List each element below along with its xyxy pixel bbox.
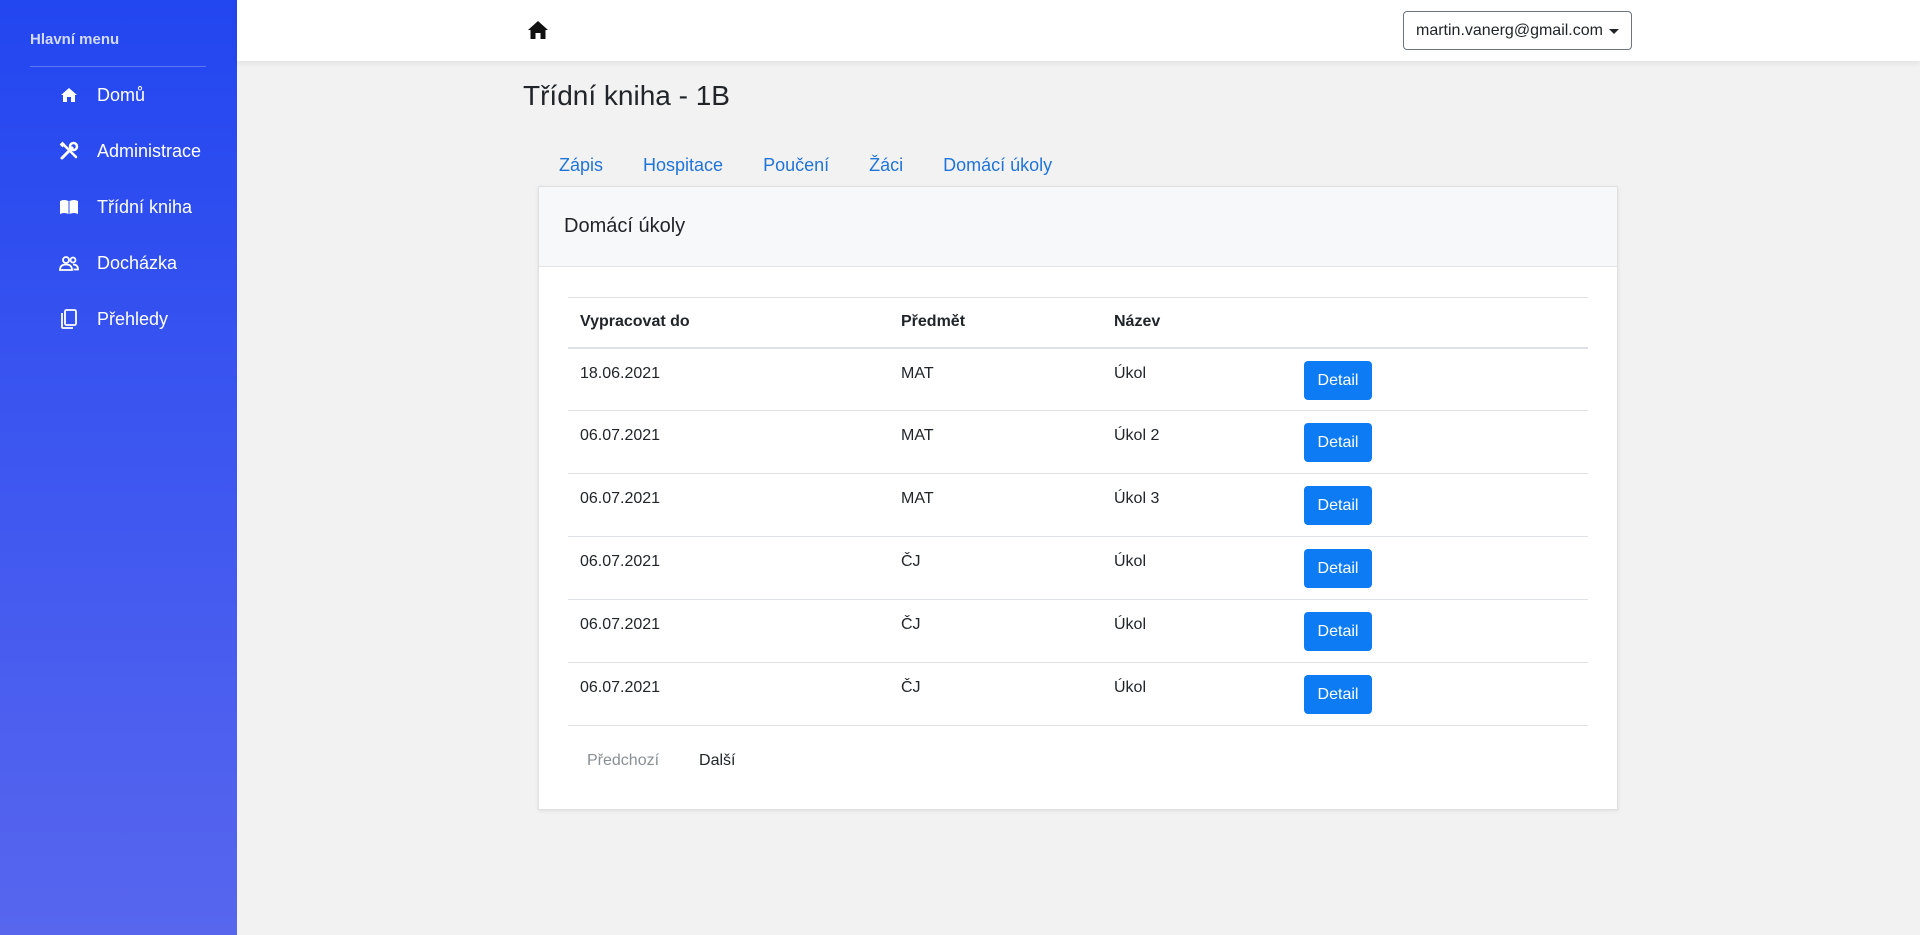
sidebar-item-administrace[interactable]: Administrace <box>0 129 237 173</box>
pagination-next[interactable]: Další <box>699 752 735 770</box>
detail-button[interactable]: Detail <box>1304 675 1372 714</box>
table-row: 06.07.2021 ČJ Úkol Detail <box>568 662 1588 726</box>
cell-subject: ČJ <box>889 599 1102 663</box>
sidebar-item-dochazka[interactable]: Docházka <box>0 241 237 285</box>
cell-name: Úkol <box>1102 599 1292 663</box>
tab-zaci[interactable]: Žáci <box>849 150 923 180</box>
cell-due-date: 06.07.2021 <box>568 662 889 726</box>
column-header-name: Název <box>1102 297 1292 349</box>
cell-subject: MAT <box>889 410 1102 474</box>
homework-table: Vypracovat do Předmět Název 18.06.2021 M… <box>568 297 1588 726</box>
sidebar-heading: Hlavní menu <box>30 31 120 48</box>
column-header-due-date: Vypracovat do <box>568 297 889 349</box>
cell-due-date: 06.07.2021 <box>568 599 889 663</box>
cell-subject: ČJ <box>889 536 1102 600</box>
tab-hospitace[interactable]: Hospitace <box>623 150 743 180</box>
cell-name: Úkol 3 <box>1102 473 1292 537</box>
detail-button[interactable]: Detail <box>1304 549 1372 588</box>
home-icon <box>59 85 79 105</box>
cell-due-date: 06.07.2021 <box>568 410 889 474</box>
cell-action: Detail <box>1292 347 1588 411</box>
detail-button[interactable]: Detail <box>1304 486 1372 525</box>
column-header-action <box>1292 297 1588 349</box>
home-icon[interactable] <box>527 20 549 42</box>
sidebar-item-prehledy[interactable]: Přehledy <box>0 297 237 341</box>
sidebar-item-domu[interactable]: Domů <box>0 73 237 117</box>
sidebar-item-label: Administrace <box>97 140 202 161</box>
cell-action: Detail <box>1292 473 1588 537</box>
detail-button[interactable]: Detail <box>1304 360 1372 400</box>
sidebar-item-label: Docházka <box>97 252 178 273</box>
book-icon <box>59 197 79 217</box>
sidebar-item-tridni-kniha[interactable]: Třídní kniha <box>0 185 237 229</box>
table-row: 18.06.2021 MAT Úkol Detail <box>568 347 1588 411</box>
cell-name: Úkol 2 <box>1102 410 1292 474</box>
cell-name: Úkol <box>1102 536 1292 600</box>
cell-action: Detail <box>1292 662 1588 726</box>
cell-subject: MAT <box>889 347 1102 411</box>
cell-due-date: 06.07.2021 <box>568 473 889 537</box>
cell-action: Detail <box>1292 536 1588 600</box>
cell-subject: ČJ <box>889 662 1102 726</box>
sidebar-item-label: Domů <box>97 84 146 105</box>
table-row: 06.07.2021 MAT Úkol 2 Detail <box>568 410 1588 474</box>
cell-subject: MAT <box>889 473 1102 537</box>
pagination: Předchozí Další <box>587 752 736 770</box>
detail-button[interactable]: Detail <box>1304 612 1372 651</box>
tools-icon <box>59 141 79 161</box>
card-title: Domácí úkoly <box>539 187 1617 267</box>
tab-domaci-ukoly[interactable]: Domácí úkoly <box>923 150 1072 180</box>
table-row: 06.07.2021 ČJ Úkol Detail <box>568 536 1588 600</box>
cell-due-date: 06.07.2021 <box>568 536 889 600</box>
table-row: 06.07.2021 ČJ Úkol Detail <box>568 599 1588 663</box>
table-header-row: Vypracovat do Předmět Název <box>568 297 1588 349</box>
user-dropdown[interactable]: martin.vanerg@gmail.com <box>1403 11 1632 50</box>
cell-name: Úkol <box>1102 662 1292 726</box>
sidebar-divider <box>30 66 206 67</box>
cell-name: Úkol <box>1102 347 1292 411</box>
sidebar-item-label: Přehledy <box>97 308 169 329</box>
tab-bar: Zápis Hospitace Poučení Žáci Domácí úkol… <box>539 150 1072 180</box>
tab-pouceni[interactable]: Poučení <box>743 150 849 180</box>
homework-card: Domácí úkoly Vypracovat do Předmět Název… <box>538 186 1618 810</box>
page-title: Třídní kniha - 1B <box>523 80 730 111</box>
notes-icon <box>59 309 79 329</box>
detail-button[interactable]: Detail <box>1304 423 1372 462</box>
people-icon <box>59 253 79 273</box>
sidebar-item-label: Třídní kniha <box>97 196 193 217</box>
column-header-subject: Předmět <box>889 297 1102 349</box>
sidebar: Hlavní menu Domů Administrace Třídní kni… <box>0 0 237 935</box>
user-email: martin.vanerg@gmail.com <box>1416 21 1603 39</box>
pagination-previous[interactable]: Předchozí <box>587 752 659 770</box>
caret-down-icon <box>1609 29 1619 34</box>
cell-due-date: 18.06.2021 <box>568 347 889 411</box>
tab-zapis[interactable]: Zápis <box>539 150 623 180</box>
cell-action: Detail <box>1292 410 1588 474</box>
topbar: martin.vanerg@gmail.com <box>237 0 1920 61</box>
cell-action: Detail <box>1292 599 1588 663</box>
table-row: 06.07.2021 MAT Úkol 3 Detail <box>568 473 1588 537</box>
